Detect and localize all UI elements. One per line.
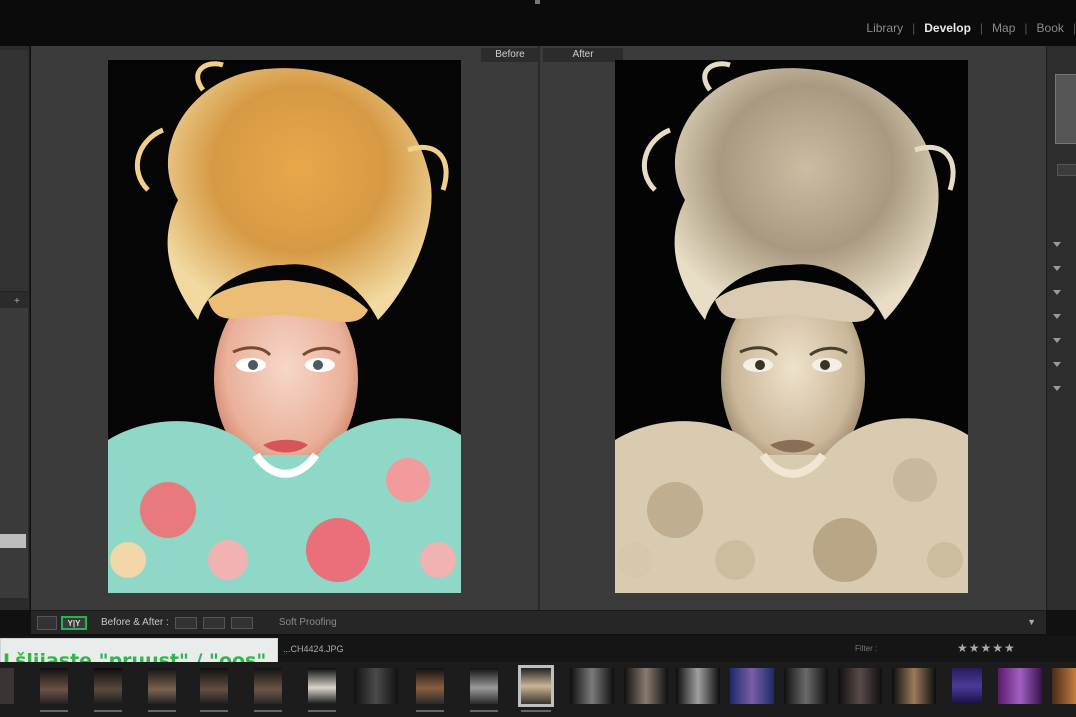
left-panel-navigator bbox=[0, 50, 28, 292]
thumbnail-rating bbox=[470, 710, 498, 712]
panel-expand-icon[interactable] bbox=[1053, 266, 1061, 271]
after-label: After bbox=[543, 48, 623, 62]
panel-expand-icon[interactable] bbox=[1053, 338, 1061, 343]
top-indicator bbox=[535, 0, 540, 4]
thumbnail-rating bbox=[521, 710, 551, 712]
left-panel: + bbox=[0, 46, 30, 610]
before-after-view: Before After bbox=[31, 46, 1046, 610]
toolbar-menu-icon[interactable]: ▼ bbox=[1027, 617, 1036, 627]
filmstrip-thumbnail[interactable] bbox=[892, 668, 936, 704]
panel-expand-icon[interactable] bbox=[1053, 290, 1061, 295]
filmstrip-thumbnail[interactable] bbox=[952, 668, 982, 704]
after-photo-image bbox=[615, 60, 968, 593]
swap-before-after-button[interactable] bbox=[230, 616, 253, 629]
left-panel-selected-item[interactable] bbox=[0, 534, 26, 548]
panel-expand-icon[interactable] bbox=[1053, 314, 1061, 319]
module-picker-bar: Library | Develop | Map | Book | bbox=[0, 0, 1076, 46]
module-map[interactable]: Map bbox=[983, 21, 1024, 35]
filmstrip-thumbnail[interactable] bbox=[998, 668, 1042, 704]
panel-expand-icon[interactable] bbox=[1053, 386, 1061, 391]
filmstrip-thumbnail[interactable] bbox=[94, 668, 122, 704]
develop-toolbar: Y|Y Before & After : Soft Proofing ▼ bbox=[31, 610, 1046, 634]
left-panel-presets bbox=[0, 308, 28, 598]
filter-label: Filter : bbox=[855, 644, 878, 653]
panel-tool-button[interactable] bbox=[1057, 164, 1076, 176]
filmstrip-thumbnail[interactable] bbox=[416, 668, 444, 704]
filmstrip-thumbnail[interactable] bbox=[624, 668, 668, 704]
thumbnail-rating bbox=[200, 710, 228, 712]
filmstrip-thumbnail[interactable] bbox=[40, 668, 68, 704]
filmstrip-thumbnail[interactable] bbox=[838, 668, 882, 704]
before-photo[interactable] bbox=[108, 60, 461, 593]
filmstrip-thumbnail[interactable] bbox=[148, 668, 176, 704]
filmstrip-filename[interactable]: ...CH4424.JPG bbox=[283, 644, 344, 654]
after-photo[interactable] bbox=[615, 60, 968, 593]
thumbnail-rating bbox=[254, 710, 282, 712]
filmstrip-thumbnail[interactable] bbox=[0, 668, 14, 704]
copy-before-to-after-button[interactable] bbox=[174, 616, 197, 629]
soft-proofing-checkbox[interactable]: Soft Proofing bbox=[279, 617, 337, 628]
module-library[interactable]: Library bbox=[857, 21, 912, 35]
module-list: Library | Develop | Map | Book | bbox=[857, 21, 1076, 35]
filmstrip-thumbnail-selected[interactable] bbox=[518, 665, 554, 707]
filmstrip-thumbnail[interactable] bbox=[784, 668, 828, 704]
filmstrip-thumbnail[interactable] bbox=[470, 668, 498, 704]
before-label: Before bbox=[481, 48, 539, 62]
filmstrip-thumbnail[interactable] bbox=[730, 668, 774, 704]
before-after-label: Before & After : bbox=[101, 617, 169, 628]
thumbnail-rating bbox=[40, 710, 68, 712]
thumbnail-rating bbox=[94, 710, 122, 712]
right-panel bbox=[1046, 46, 1076, 610]
thumbnail-rating bbox=[308, 710, 336, 712]
filmstrip-thumbnail[interactable] bbox=[1052, 668, 1076, 704]
before-photo-image bbox=[108, 60, 461, 593]
module-develop[interactable]: Develop bbox=[915, 21, 980, 35]
thumbnail-rating bbox=[148, 710, 176, 712]
rating-filter[interactable]: ★★★★★ bbox=[957, 641, 1016, 655]
filmstrip-thumbnail[interactable] bbox=[254, 668, 282, 704]
filmstrip-thumbnail[interactable] bbox=[200, 668, 228, 704]
loupe-view-button[interactable] bbox=[37, 615, 57, 630]
filmstrip-thumbnail[interactable] bbox=[570, 668, 614, 704]
filmstrip bbox=[0, 662, 1076, 717]
panel-expand-icon[interactable] bbox=[1053, 362, 1061, 367]
before-after-view-button[interactable]: Y|Y bbox=[61, 615, 87, 630]
split-divider[interactable] bbox=[538, 46, 540, 610]
panel-expand-icon[interactable] bbox=[1053, 242, 1061, 247]
module-book[interactable]: Book bbox=[1028, 21, 1073, 35]
copy-after-to-before-button[interactable] bbox=[202, 616, 225, 629]
filmstrip-thumbnail[interactable] bbox=[676, 668, 720, 704]
add-preset-icon[interactable]: + bbox=[14, 296, 20, 307]
filmstrip-thumbnail[interactable] bbox=[308, 668, 336, 704]
filmstrip-thumbnail[interactable] bbox=[354, 668, 398, 704]
thumbnail-rating bbox=[416, 710, 444, 712]
histogram-preview bbox=[1055, 74, 1076, 144]
